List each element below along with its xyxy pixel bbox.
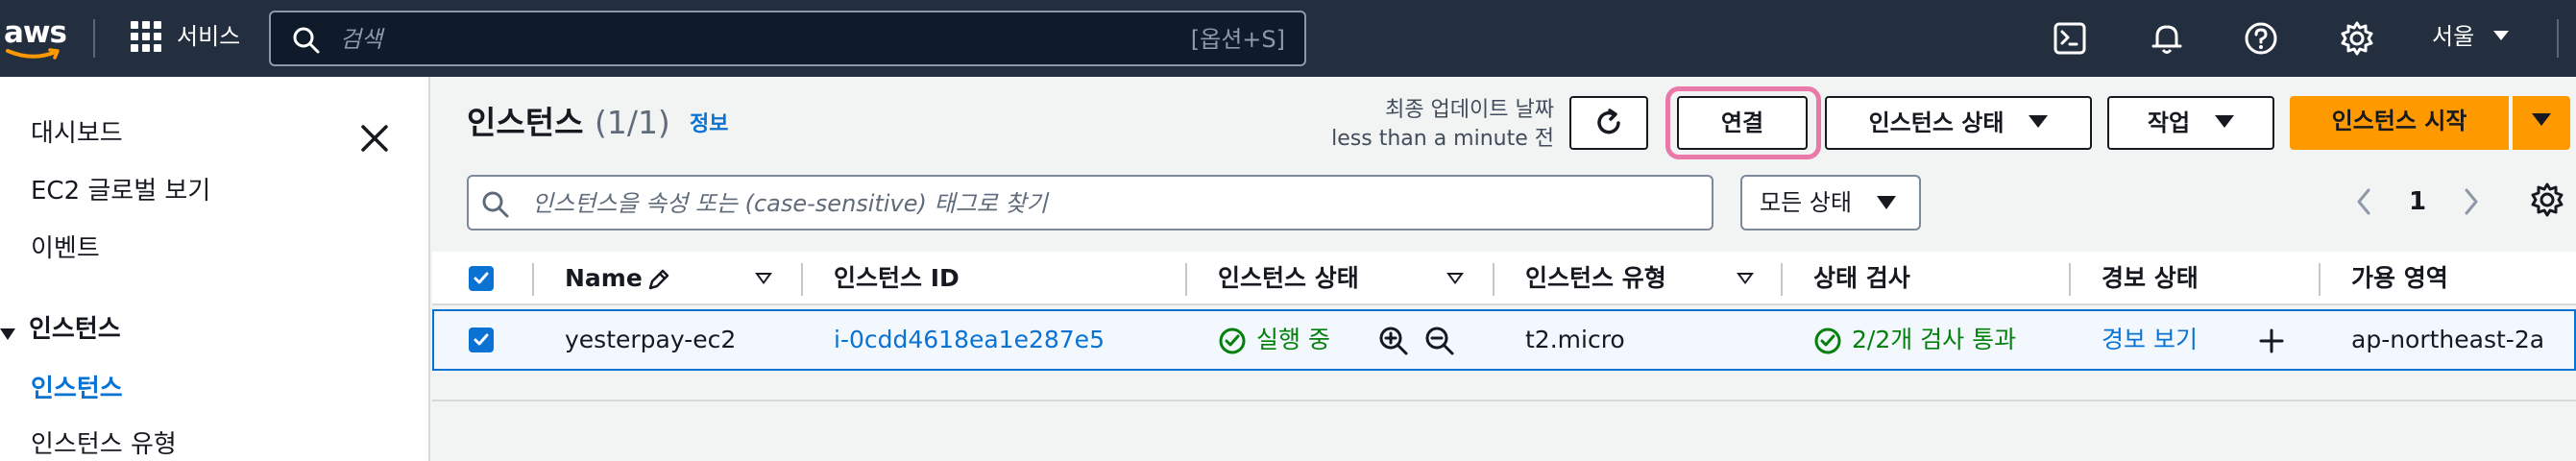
table-bottom-divider [432, 400, 2576, 401]
info-link[interactable]: 정보 [690, 111, 728, 138]
state-filter-value: 모든 상태 [1760, 189, 1852, 216]
top-navigation-bar: aws 서비스 검색 [옵션+S] 서울 [0, 0, 2576, 77]
zoom-in-icon[interactable] [1377, 325, 1410, 357]
actions-label: 작업 [2147, 109, 2191, 136]
sidebar: 대시보드 EC2 글로벌 보기 이벤트 인스턴스 인스턴스 인스턴스 유형 [0, 77, 430, 461]
settings-gear-icon[interactable] [2338, 19, 2376, 58]
check-icon [474, 272, 489, 284]
sidebar-section-instances[interactable]: 인스턴스 [29, 313, 121, 346]
sidebar-item-ec2-global-view[interactable]: EC2 글로벌 보기 [31, 175, 210, 207]
pagination-page-number[interactable]: 1 [2409, 182, 2426, 221]
services-menu-button[interactable]: 서비스 [177, 21, 240, 52]
column-separator [532, 263, 534, 296]
region-selector[interactable]: 서울 [2432, 21, 2474, 52]
column-separator [801, 263, 803, 296]
table-header: Name 인스턴스 ID 인스턴스 상태 인스턴스 유형 상태 검사 경보 상태… [432, 252, 2576, 305]
cloudshell-icon[interactable] [2052, 19, 2090, 58]
sort-caret-icon[interactable] [1737, 273, 1754, 284]
column-separator [1185, 263, 1187, 296]
table-preferences-gear-icon[interactable] [2528, 181, 2566, 219]
aws-logo[interactable]: aws [0, 13, 69, 63]
column-header-availability-zone[interactable]: 가용 영역 [2351, 252, 2448, 305]
aws-smile-icon [6, 48, 60, 60]
region-caret-icon[interactable] [2493, 31, 2509, 40]
column-separator [2069, 263, 2071, 296]
sidebar-item-instance-types[interactable]: 인스턴스 유형 [31, 428, 177, 461]
instance-state-value: 실행 중 [1256, 326, 1330, 353]
view-alarms-link[interactable]: 경보 보기 [2102, 311, 2198, 369]
search-icon [293, 27, 320, 54]
topbar-divider-right [2557, 19, 2559, 58]
refresh-button[interactable] [1569, 96, 1648, 150]
last-update-value: less than a minute 전 [1331, 127, 1554, 151]
last-update-label: 최종 업데이트 날짜 [1385, 98, 1554, 122]
topbar-divider [93, 19, 95, 58]
refresh-icon [1597, 109, 1620, 134]
column-header-status-check[interactable]: 상태 검사 [1813, 252, 1910, 305]
sidebar-item-events[interactable]: 이벤트 [31, 232, 100, 265]
launch-instances-button[interactable]: 인스턴스 시작 [2290, 96, 2509, 150]
launch-instances-dropdown[interactable] [2513, 96, 2570, 150]
check-icon [474, 333, 489, 346]
sidebar-item-instances[interactable]: 인스턴스 [31, 373, 123, 405]
connect-button-highlight [1665, 86, 1821, 159]
column-separator [1781, 263, 1783, 296]
pagination-next-icon[interactable] [2457, 182, 2486, 221]
edit-pencil-icon [648, 269, 669, 290]
add-alarm-plus-icon[interactable] [2257, 327, 2286, 355]
column-header-alarm-status[interactable]: 경보 상태 [2102, 252, 2199, 305]
filter-placeholder: 인스턴스을 속성 또는 (case-sensitive) 태그로 찾기 [532, 190, 1048, 217]
row-select-checkbox[interactable] [469, 328, 494, 352]
section-caret-icon[interactable] [0, 328, 15, 340]
pagination-prev-icon[interactable] [2349, 182, 2378, 221]
zoom-out-icon[interactable] [1423, 325, 1456, 357]
table-row[interactable]: yesterpay-ec2 i-0cdd4618ea1e287e5 실행 중 t… [432, 309, 2576, 371]
instance-filter-input[interactable]: 인스턴스을 속성 또는 (case-sensitive) 태그로 찾기 [467, 175, 1713, 230]
instance-name: yesterpay-ec2 [565, 326, 737, 353]
column-header-instance-type[interactable]: 인스턴스 유형 [1525, 252, 1666, 305]
chevron-down-icon [2215, 115, 2235, 128]
column-separator [1493, 263, 1495, 296]
column-header-instance-state[interactable]: 인스턴스 상태 [1218, 252, 1359, 305]
sort-caret-icon[interactable] [1446, 273, 1464, 284]
state-filter-select[interactable]: 모든 상태 [1740, 175, 1921, 230]
notifications-bell-icon[interactable] [2148, 19, 2186, 58]
search-icon [482, 191, 509, 218]
help-icon[interactable] [2242, 19, 2280, 58]
column-header-instance-id[interactable]: 인스턴스 ID [834, 252, 960, 305]
page-title-text: 인스턴스 [467, 104, 584, 141]
services-grid-icon[interactable] [131, 21, 161, 52]
aws-logo-text: aws [4, 15, 67, 50]
instance-state-label: 인스턴스 상태 [1868, 109, 2005, 136]
column-header-name[interactable]: Name [565, 252, 643, 305]
instance-type-value: t2.micro [1525, 326, 1625, 353]
instance-id-link[interactable]: i-0cdd4618ea1e287e5 [834, 311, 1105, 369]
search-shortcut-hint: [옵션+S] [1190, 26, 1285, 53]
actions-button[interactable]: 작업 [2107, 96, 2274, 150]
global-search-input[interactable]: 검색 [옵션+S] [269, 11, 1306, 66]
chevron-down-icon [1877, 196, 1896, 209]
chevron-down-icon [2029, 115, 2049, 128]
sidebar-item-dashboard[interactable]: 대시보드 [31, 117, 123, 150]
column-separator [2319, 263, 2321, 296]
last-update-info: 최종 업데이트 날짜 less than a minute 전 [1287, 96, 1554, 154]
page-title: 인스턴스 (1/1) [467, 102, 670, 144]
chevron-down-icon [2532, 113, 2551, 126]
success-check-icon [1814, 328, 1841, 354]
sort-caret-icon[interactable] [755, 273, 772, 284]
search-placeholder: 검색 [340, 26, 383, 53]
instance-state-button[interactable]: 인스턴스 상태 [1825, 96, 2092, 150]
availability-zone-value: ap-northeast-2a [2351, 326, 2545, 353]
instance-count: (1/1) [594, 104, 670, 141]
select-all-checkbox[interactable] [469, 266, 494, 291]
success-check-icon [1219, 328, 1246, 354]
status-check-value: 2/2개 검사 통과 [1852, 326, 2017, 353]
close-icon[interactable] [357, 121, 392, 156]
